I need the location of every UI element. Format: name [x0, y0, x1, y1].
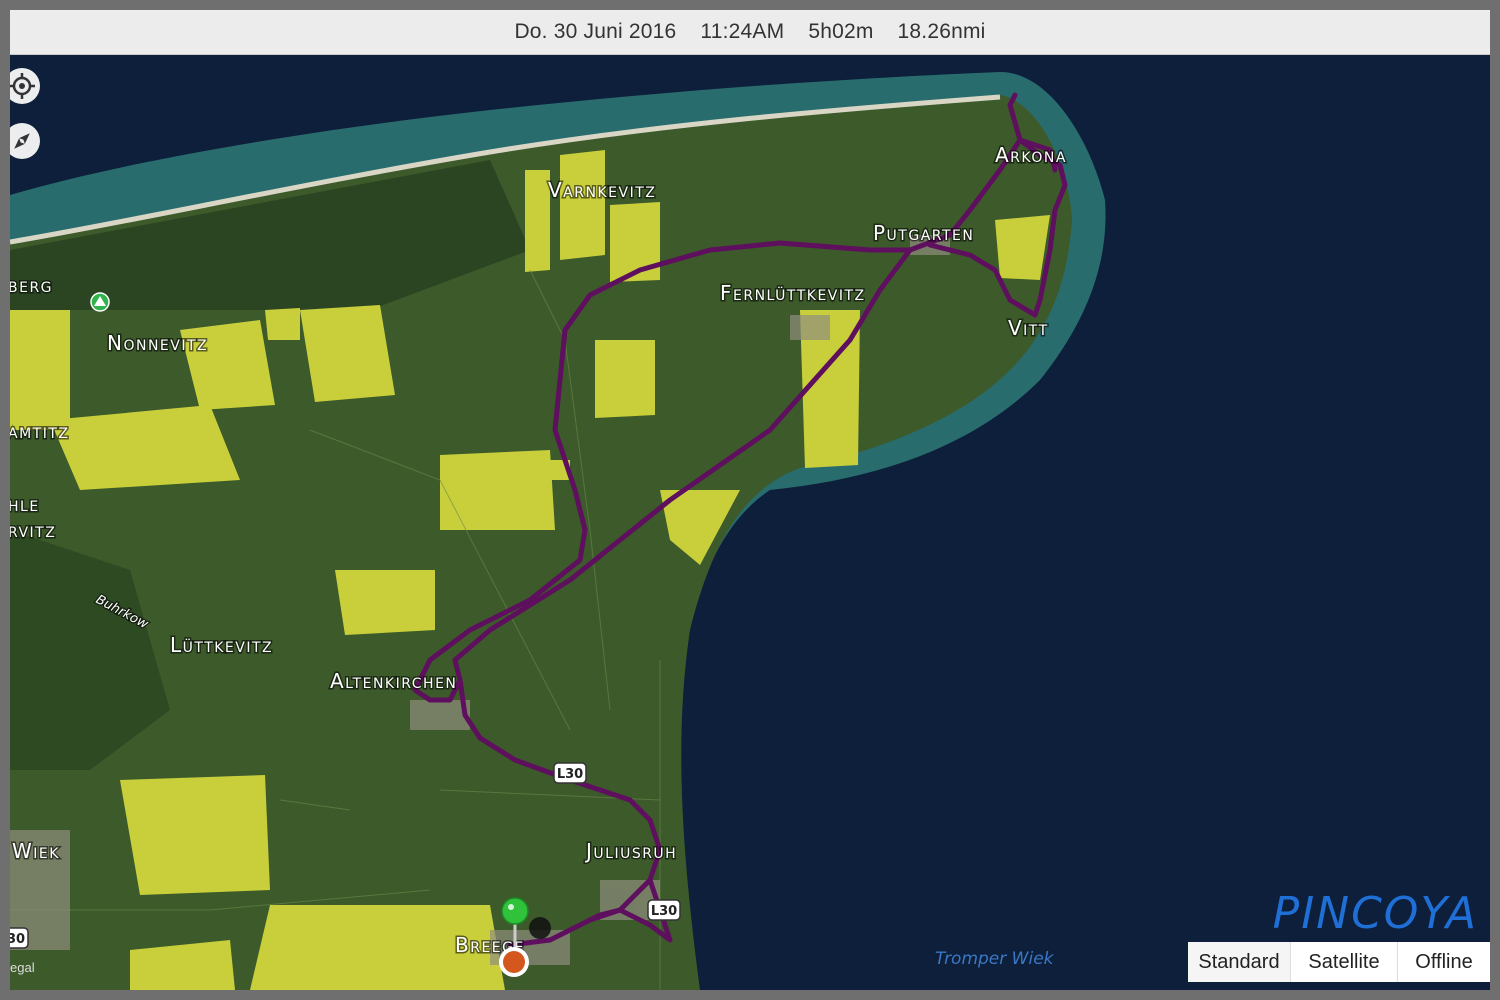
svg-text:L30: L30 — [651, 904, 677, 919]
device-frame: Varnkevitz Arkona Putgarten Fernlüttkevi… — [0, 0, 1500, 1000]
track-distance: 18.26nmi — [897, 20, 986, 43]
label-arkona: Arkona — [995, 143, 1067, 167]
track-duration: 5h02m — [808, 20, 874, 43]
label-vitt: Vitt — [1008, 316, 1049, 340]
label-luettkevitz: Lüttkevitz — [170, 633, 273, 657]
locate-button[interactable] — [10, 68, 40, 104]
label-fernluettkevitz: Fernlüttkevitz — [720, 281, 866, 305]
map-type-standard[interactable]: Standard — [1188, 942, 1290, 982]
road-shield-30: 30 — [10, 927, 29, 949]
label-varnkevitz: Varnkevitz — [548, 178, 656, 202]
label-wiek: Wiek — [12, 839, 60, 863]
map-type-selector[interactable]: Standard Satellite Offline — [1188, 942, 1490, 982]
waypoint-dot — [529, 917, 551, 939]
app-screen: Varnkevitz Arkona Putgarten Fernlüttkevi… — [10, 10, 1490, 990]
road-shield-l30-upper: L30 — [553, 762, 587, 784]
satellite-map[interactable]: Varnkevitz Arkona Putgarten Fernlüttkevi… — [10, 10, 1490, 990]
compass-icon — [14, 133, 30, 149]
label-nonnevitz: Nonnevitz — [107, 331, 208, 355]
label-tromper-wiek: Tromper Wiek — [935, 949, 1055, 969]
label-juliusruh: Juliusruh — [584, 839, 677, 863]
label-putgarten: Putgarten — [873, 221, 974, 245]
end-marker-icon[interactable] — [499, 947, 529, 977]
road-shield-l30-lower: L30 — [647, 899, 681, 921]
label-rvitz: rvitz — [10, 518, 56, 542]
label-altenkirchen: Altenkirchen — [330, 669, 457, 693]
track-summary-bar: Do. 30 Juni 2016 11:24AM 5h02m 18.26nmi — [10, 10, 1490, 55]
label-berg: berg — [10, 273, 53, 297]
svg-text:L30: L30 — [557, 767, 583, 782]
svg-text:30: 30 — [10, 932, 25, 947]
legal-link[interactable]: egal — [10, 960, 35, 975]
campground-icon[interactable] — [90, 292, 110, 312]
compass-button[interactable] — [10, 123, 40, 159]
label-amtitz: amtitz — [10, 419, 69, 443]
track-date: Do. 30 Juni 2016 — [514, 20, 677, 43]
locate-icon — [10, 73, 35, 99]
watermark: PINCOYA — [1272, 888, 1478, 939]
map-type-satellite[interactable]: Satellite — [1290, 942, 1397, 982]
map-type-offline[interactable]: Offline — [1397, 942, 1490, 982]
track-time: 11:24AM — [700, 20, 785, 43]
label-hle: hle — [10, 492, 40, 516]
